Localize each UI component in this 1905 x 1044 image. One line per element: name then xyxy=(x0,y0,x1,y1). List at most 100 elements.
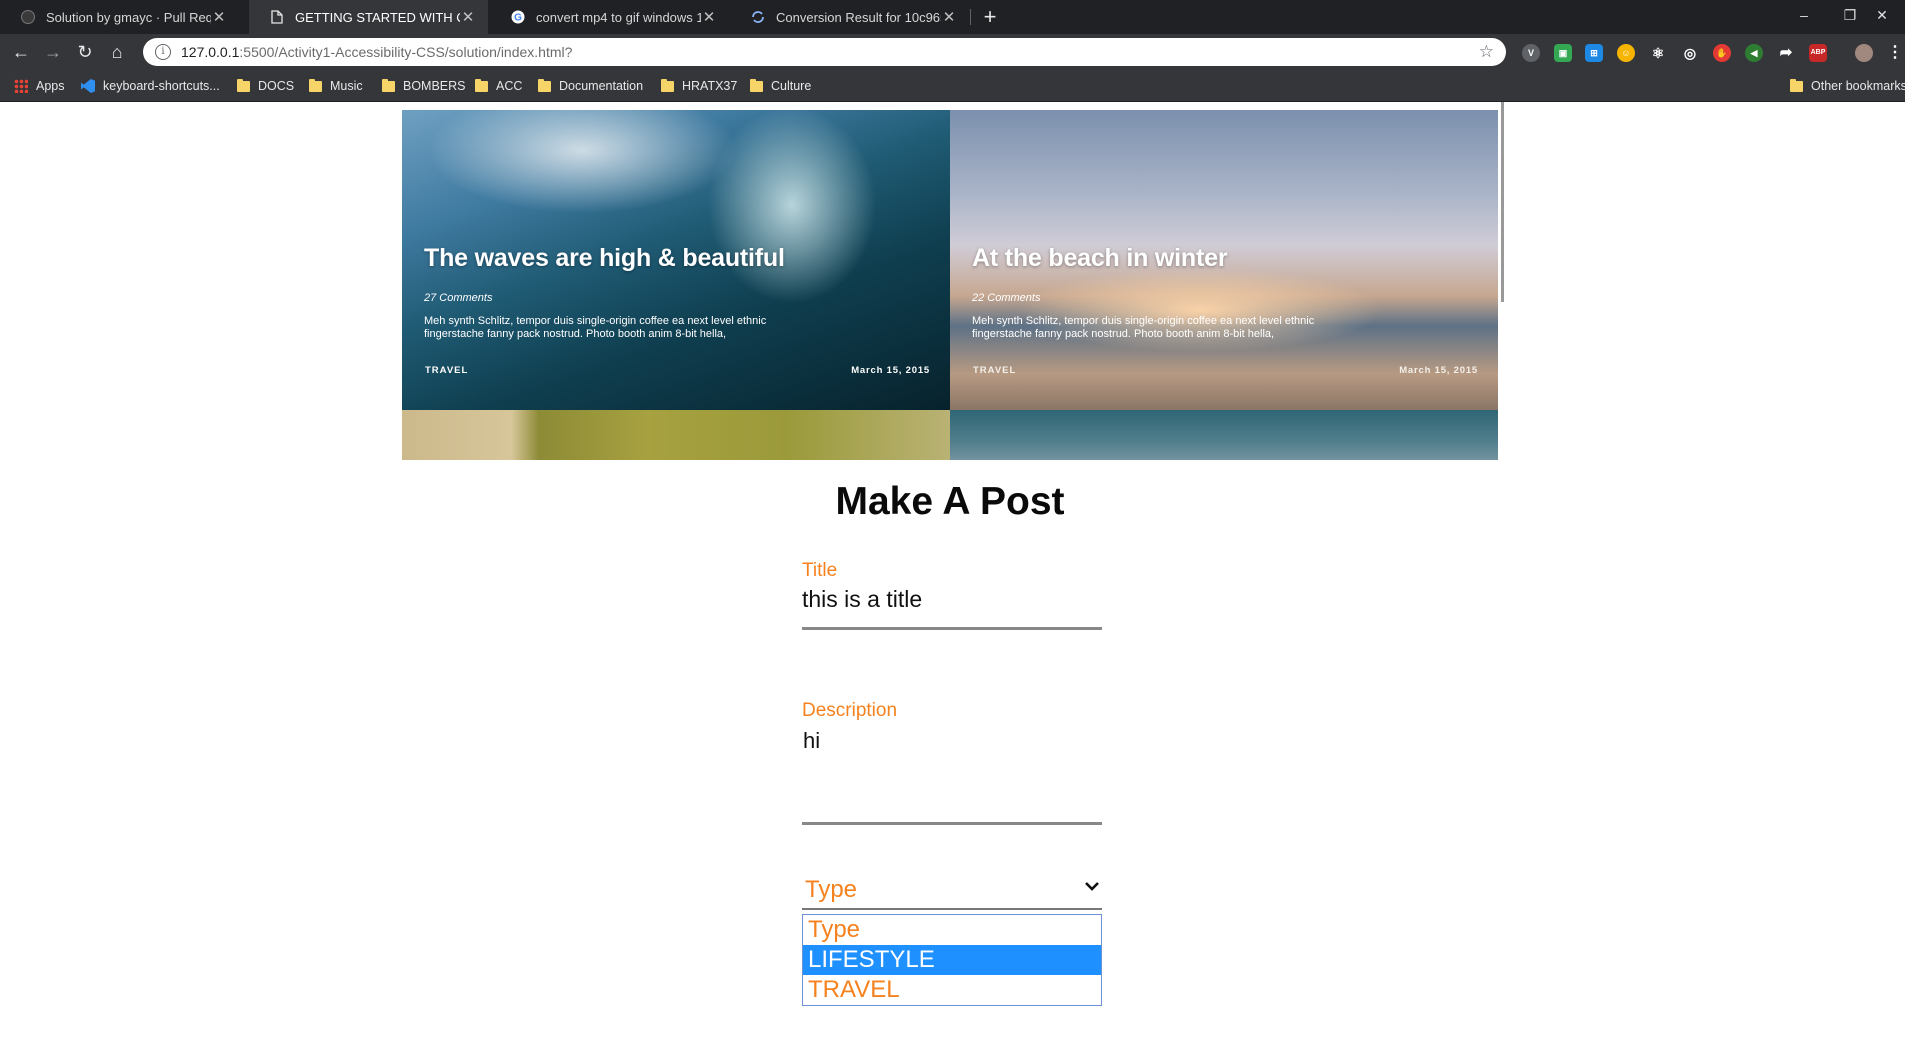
convert-icon xyxy=(750,9,766,25)
browser-tab-strip: Solution by gmayc · Pull Request ✕ GETTI… xyxy=(0,0,1905,34)
site-info-icon[interactable]: i xyxy=(155,44,171,60)
post-comments-count[interactable]: 27 Comments xyxy=(424,292,492,304)
tab-separator xyxy=(970,9,971,25)
extension-react-icon[interactable]: ⚛ xyxy=(1649,44,1667,62)
chevron-down-icon xyxy=(1082,876,1102,896)
post-category[interactable]: TRAVEL xyxy=(973,365,1016,376)
reload-icon[interactable]: ↻ xyxy=(71,38,99,66)
tab-close-icon[interactable]: ✕ xyxy=(701,8,717,26)
post-title: At the beach in winter xyxy=(972,244,1228,272)
bookmark-folder-culture[interactable]: Culture xyxy=(750,71,811,101)
close-window-button[interactable]: ✕ xyxy=(1859,0,1905,34)
post-card[interactable]: The waves are high & beautiful 27 Commen… xyxy=(402,110,950,410)
tab-title: GETTING STARTED WITH CSS xyxy=(295,9,460,25)
extension-lock-icon[interactable]: ▣ xyxy=(1554,44,1572,62)
profile-avatar[interactable] xyxy=(1855,44,1873,62)
home-icon[interactable]: ⌂ xyxy=(103,38,131,66)
minimize-button[interactable]: – xyxy=(1781,0,1827,34)
bookmark-label: ACC xyxy=(496,79,523,93)
bookmark-folder-hratx37[interactable]: HRATX37 xyxy=(661,71,737,101)
folder-icon xyxy=(475,78,488,92)
bookmark-label: BOMBERS xyxy=(403,79,466,93)
adblock-plus-icon[interactable]: ABP xyxy=(1809,44,1827,62)
url-host: 127.0.0.1 xyxy=(181,44,240,60)
bookmark-folder-bombers[interactable]: BOMBERS xyxy=(382,71,466,101)
new-tab-button[interactable]: + xyxy=(976,3,1004,31)
bookmark-keyboard-shortcuts[interactable]: keyboard-shortcuts... xyxy=(81,71,220,101)
tab-getting-started-css[interactable]: GETTING STARTED WITH CSS ✕ xyxy=(249,0,488,34)
github-icon xyxy=(20,9,36,25)
back-arrow-icon[interactable]: ← xyxy=(7,38,35,66)
type-select-value: Type xyxy=(805,876,858,903)
vscode-icon xyxy=(81,79,95,93)
bookmark-label: Culture xyxy=(771,79,812,93)
post-image-preview xyxy=(402,410,950,460)
folder-icon xyxy=(538,78,551,92)
folder-icon xyxy=(382,78,395,92)
folder-icon xyxy=(309,78,322,92)
bookmark-label: Other bookmarks xyxy=(1811,79,1905,93)
bookmark-apps[interactable]: Apps xyxy=(14,71,65,101)
svg-text:G: G xyxy=(514,13,522,24)
post-date: March 15, 2015 xyxy=(851,365,930,376)
tab-close-icon[interactable]: ✕ xyxy=(460,8,476,26)
tab-title: Solution by gmayc · Pull Request xyxy=(46,9,211,25)
extension-arrow-icon[interactable]: ➦ xyxy=(1777,44,1795,62)
type-select[interactable]: Type xyxy=(802,872,1102,910)
bookmark-folder-documentation[interactable]: Documentation xyxy=(538,71,643,101)
featured-posts: The waves are high & beautiful 27 Commen… xyxy=(402,110,1498,460)
page-viewport: The waves are high & beautiful 27 Commen… xyxy=(0,102,1905,1044)
bookmark-label: HRATX37 xyxy=(682,79,738,93)
bookmark-label: Apps xyxy=(36,79,65,93)
post-date: March 15, 2015 xyxy=(1399,365,1478,376)
page-icon xyxy=(269,9,285,25)
post-category[interactable]: TRAVEL xyxy=(425,365,468,376)
bookmark-folder-acc[interactable]: ACC xyxy=(475,71,522,101)
tab-close-icon[interactable]: ✕ xyxy=(941,8,957,26)
google-icon: G xyxy=(510,9,526,25)
bookmark-folder-music[interactable]: Music xyxy=(309,71,363,101)
browser-toolbar: ← → ↻ ⌂ i 127.0.0.1:5500/Activity1-Acces… xyxy=(0,34,1905,71)
tab-title: Conversion Result for 10c9655e6 xyxy=(776,9,941,25)
description-underline xyxy=(802,822,1102,825)
extension-play-icon[interactable]: ◀ xyxy=(1745,44,1763,62)
type-option[interactable]: TRAVEL xyxy=(803,975,1101,1005)
title-field-label: Title xyxy=(802,560,838,581)
forward-arrow-icon[interactable]: → xyxy=(39,38,67,66)
bookmark-star-icon[interactable]: ☆ xyxy=(1479,42,1494,62)
folder-icon xyxy=(237,78,250,92)
bookmark-folder-docs[interactable]: DOCS xyxy=(237,71,294,101)
bookmark-label: Music xyxy=(330,79,363,93)
post-excerpt: Meh synth Schlitz, tempor duis single-or… xyxy=(972,315,1315,340)
post-image-preview xyxy=(950,410,1498,460)
bookmark-other-bookmarks[interactable]: Other bookmarks xyxy=(1790,71,1905,101)
extension-windows-icon[interactable]: ⊞ xyxy=(1585,44,1603,62)
type-option[interactable]: Type xyxy=(803,915,1101,945)
extension-emoji-icon[interactable]: ☺ xyxy=(1617,44,1635,62)
description-field-label: Description xyxy=(802,700,898,721)
tab-conversion-result[interactable]: Conversion Result for 10c9655e6 ✕ xyxy=(730,0,969,34)
description-textarea[interactable]: hi xyxy=(803,728,820,754)
tab-google-search[interactable]: G convert mp4 to gif windows 10 - ✕ xyxy=(490,0,729,34)
post-comments-count[interactable]: 22 Comments xyxy=(972,292,1040,304)
tab-github-pull-request[interactable]: Solution by gmayc · Pull Request ✕ xyxy=(0,0,239,34)
scrollbar-thumb[interactable] xyxy=(1501,102,1504,302)
tab-close-icon[interactable]: ✕ xyxy=(211,8,227,26)
type-option-highlighted[interactable]: LIFESTYLE xyxy=(803,945,1101,975)
extension-target-icon[interactable]: ◎ xyxy=(1681,44,1699,62)
post-card[interactable]: At the beach in winter 22 Comments Meh s… xyxy=(950,110,1498,410)
bookmarks-bar: Apps keyboard-shortcuts... DOCS Music BO… xyxy=(0,71,1905,102)
title-input[interactable]: this is a title xyxy=(802,586,922,613)
tab-title: convert mp4 to gif windows 10 - xyxy=(536,9,701,25)
extension-v-icon[interactable]: V xyxy=(1522,44,1540,62)
url-path: :5500/Activity1-Accessibility-CSS/soluti… xyxy=(239,44,573,60)
chrome-menu-icon[interactable]: ⋮ xyxy=(1886,44,1904,62)
bookmark-label: keyboard-shortcuts... xyxy=(103,79,220,93)
apps-grid-icon xyxy=(14,79,28,93)
extension-hand-icon[interactable]: ✋ xyxy=(1713,44,1731,62)
address-bar[interactable]: i 127.0.0.1:5500/Activity1-Accessibility… xyxy=(143,38,1506,66)
page-title: Make A Post xyxy=(835,480,1065,523)
folder-icon xyxy=(1790,78,1803,92)
folder-icon xyxy=(750,78,763,92)
type-options-list: Type LIFESTYLE TRAVEL xyxy=(802,914,1102,1006)
